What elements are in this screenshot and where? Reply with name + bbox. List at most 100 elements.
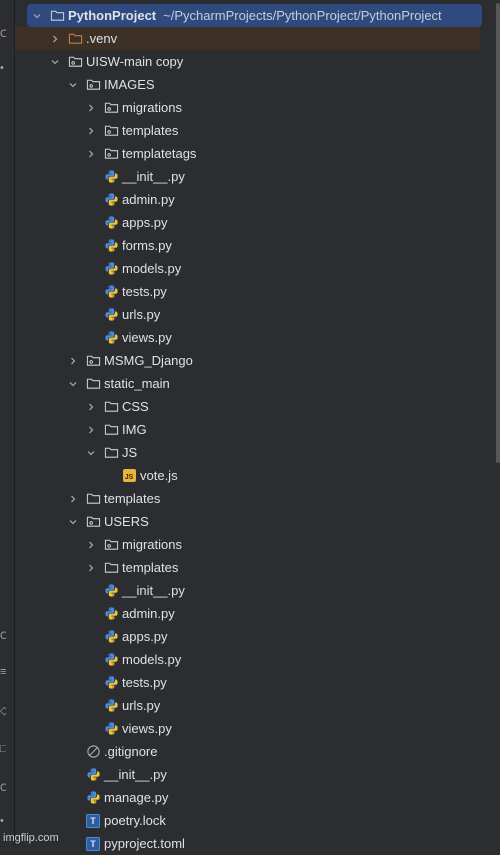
tree-item-label: admin.py [122,606,175,621]
tree-item[interactable]: Tpyproject.toml [15,832,495,855]
tree-item[interactable]: models.py [15,257,495,280]
python-file-icon [85,767,101,783]
python-file-icon [103,606,119,622]
tree-item[interactable]: .gitignore [15,740,495,763]
chevron-right-icon[interactable] [83,399,99,415]
tree-item[interactable]: tests.py [15,671,495,694]
tree-item[interactable]: apps.py [15,211,495,234]
tree-item-label: __init__.py [122,169,185,184]
tree-item[interactable]: CSS [15,395,495,418]
tree-item[interactable]: urls.py [15,694,495,717]
python-file-icon [103,215,119,231]
tree-item-label: static_main [104,376,170,391]
tree-item[interactable]: admin.py [15,602,495,625]
tree-item[interactable]: urls.py [15,303,495,326]
tree-item-label: migrations [122,537,182,552]
tree-item[interactable]: templates [15,556,495,579]
chevron-right-icon[interactable] [47,31,63,47]
chevron-down-icon[interactable] [47,54,63,70]
tree-item[interactable]: PythonProject ~/PycharmProjects/PythonPro… [27,4,482,27]
tree-item-label: views.py [122,330,172,345]
tree-item[interactable]: views.py [15,717,495,740]
tree-item[interactable]: templatetags [15,142,495,165]
python-file-icon [103,238,119,254]
tree-item[interactable]: templates [15,119,495,142]
tree-item-label: poetry.lock [104,813,166,828]
tree-item-label: JS [122,445,138,460]
chevron-right-icon[interactable] [83,123,99,139]
folder-icon [85,491,101,507]
package-folder-icon [103,537,119,553]
tree-item-label: views.py [122,721,172,736]
chevron-right-icon[interactable] [83,146,99,162]
chevron-right-icon[interactable] [83,100,99,116]
tree-item-label: models.py [122,652,182,667]
tree-item[interactable]: __init__.py [15,579,495,602]
folder-icon [103,445,119,461]
chevron-down-icon[interactable] [29,8,45,24]
chevron-down-icon[interactable] [65,77,81,93]
tree-item-label: models.py [122,261,182,276]
tree-item-label: manage.py [104,790,169,805]
tree-item[interactable]: admin.py [15,188,495,211]
tree-item[interactable]: templates [15,487,495,510]
tree-item-label: IMAGES [104,77,155,92]
tree-item[interactable]: .venv [15,27,480,50]
tool-icon[interactable]: O [0,28,6,40]
chevron-right-icon[interactable] [65,353,81,369]
chevron-down-icon[interactable] [65,514,81,530]
tree-item-label: urls.py [122,307,161,322]
tree-item-label: vote.js [140,468,178,483]
tree-item[interactable]: __init__.py [15,763,495,786]
tree-item[interactable]: UISW-main copy [15,50,495,73]
tree-item-label: MSMG_Django [104,353,193,368]
tree-item-label: USERS [104,514,149,529]
python-file-icon [103,261,119,277]
tool-icon[interactable]: • [0,62,6,74]
chevron-right-icon[interactable] [83,422,99,438]
tool-icon[interactable]: ≡ [0,666,6,678]
folder-icon [103,399,119,415]
chevron-right-icon[interactable] [65,491,81,507]
tree-item[interactable]: static_main [15,372,495,395]
tool-icon[interactable]: O [0,630,6,642]
tree-item[interactable]: migrations [15,96,495,119]
tree-item[interactable]: IMG [15,418,495,441]
package-folder-icon [85,77,101,93]
tree-item[interactable]: JS vote.js [15,464,495,487]
tree-item[interactable]: models.py [15,648,495,671]
tree-item[interactable]: Tpoetry.lock [15,809,495,832]
vertical-scrollbar[interactable] [496,3,500,463]
tree-item[interactable]: IMAGES [15,73,495,96]
tree-item[interactable]: tests.py [15,280,495,303]
tree-item[interactable]: migrations [15,533,495,556]
chevron-right-icon[interactable] [83,560,99,576]
tool-icon[interactable]: ◇ [0,705,6,717]
tree-item-label: __init__.py [104,767,167,782]
tree-item[interactable]: MSMG_Django [15,349,495,372]
gitignore-icon [85,744,101,760]
python-file-icon [103,675,119,691]
chevron-right-icon[interactable] [83,537,99,553]
chevron-down-icon[interactable] [83,445,99,461]
tree-item[interactable]: apps.py [15,625,495,648]
tree-item[interactable]: forms.py [15,234,495,257]
tree-item[interactable]: JS [15,441,495,464]
tool-icon[interactable]: □ [0,743,6,755]
tree-item-label: templates [104,491,161,506]
tool-icon[interactable]: • [0,815,6,827]
package-folder-icon [103,146,119,162]
tree-item-label: pyproject.toml [104,836,185,851]
folder-icon [103,422,119,438]
tree-item[interactable]: __init__.py [15,165,495,188]
tree-item[interactable]: USERS [15,510,495,533]
tree-item[interactable]: views.py [15,326,495,349]
package-folder-icon [67,54,83,70]
tree-item-label: templates [122,123,179,138]
tree-item-label: __init__.py [122,583,185,598]
tool-icon[interactable]: O [0,782,6,794]
tree-item[interactable]: manage.py [15,786,495,809]
project-path: ~/PycharmProjects/PythonProject/PythonPr… [163,8,442,23]
chevron-down-icon[interactable] [65,376,81,392]
tree-item-label: PythonProject [68,8,157,23]
